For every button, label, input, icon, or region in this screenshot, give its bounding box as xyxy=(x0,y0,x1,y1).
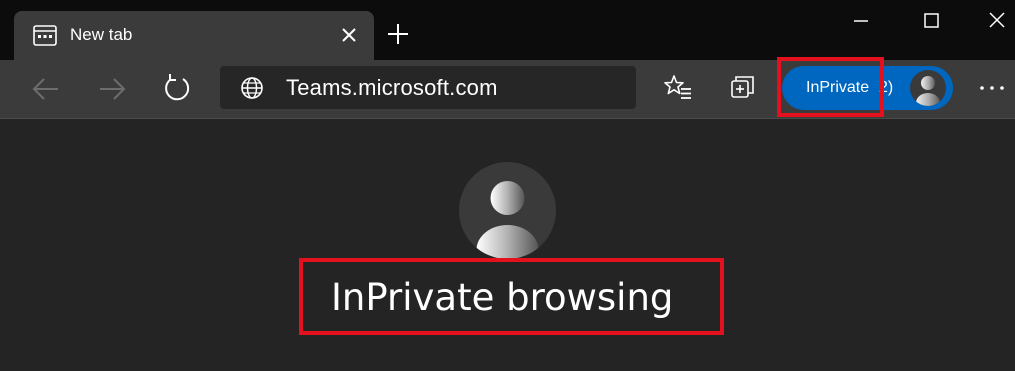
new-tab-plus-icon[interactable] xyxy=(386,22,410,46)
tab-strip: New tab xyxy=(0,0,1015,60)
forward-arrow-icon[interactable] xyxy=(96,73,128,105)
browser-window: New tab Teams.microsoft.com InPrivate 2)… xyxy=(0,0,1015,371)
collections-icon[interactable] xyxy=(727,72,759,104)
person-icon xyxy=(459,162,556,259)
inprivate-label: InPrivate xyxy=(806,79,870,96)
maximize-icon[interactable] xyxy=(908,8,954,36)
more-icon[interactable] xyxy=(978,72,1010,104)
new-tab-page-icon xyxy=(33,25,57,46)
address-text[interactable]: Teams.microsoft.com xyxy=(286,75,498,101)
inprivate-button[interactable]: InPrivate 2) xyxy=(782,66,953,110)
tab-new-tab[interactable]: New tab xyxy=(14,11,374,60)
globe-icon xyxy=(241,77,263,99)
address-bar[interactable]: Teams.microsoft.com xyxy=(220,66,636,109)
avatar-icon xyxy=(910,70,946,106)
close-window-icon[interactable] xyxy=(970,8,1015,36)
favorites-icon[interactable] xyxy=(662,72,694,104)
tab-title: New tab xyxy=(70,25,133,44)
toolbar: Teams.microsoft.com InPrivate 2) xyxy=(0,60,1015,119)
back-arrow-icon[interactable] xyxy=(30,73,62,105)
refresh-icon[interactable] xyxy=(161,72,193,104)
minimize-icon[interactable] xyxy=(838,8,884,36)
close-tab-icon[interactable] xyxy=(341,27,357,43)
page-heading: InPrivate browsing xyxy=(331,276,674,319)
inprivate-window-count: 2) xyxy=(879,79,894,96)
